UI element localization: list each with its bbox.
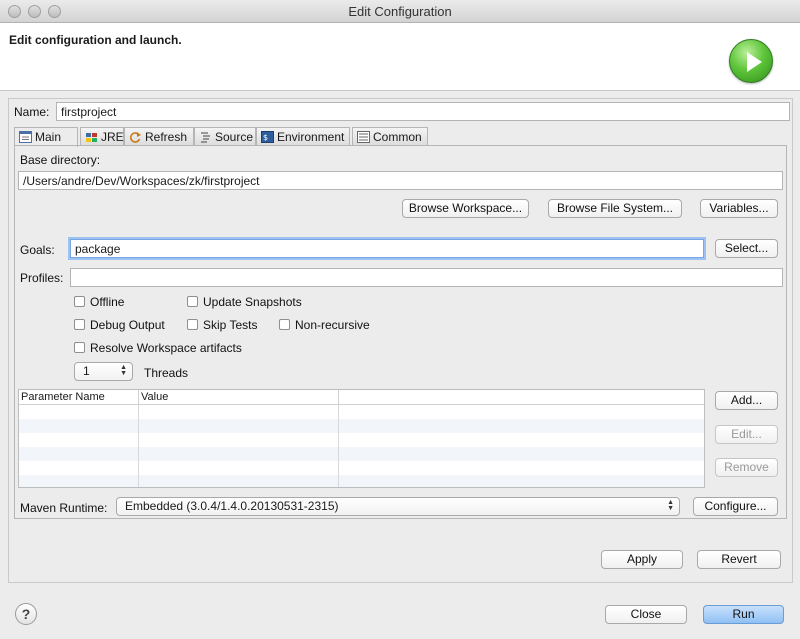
column-header-parameter-name[interactable]: Parameter Name [19,390,139,405]
tab-main-label: Main [35,130,62,144]
main-tab-icon [19,131,32,143]
table-row [19,461,704,475]
browse-workspace-button[interactable]: Browse Workspace... [402,199,529,218]
resolve-workspace-label: Resolve Workspace artifacts [90,341,242,355]
dialog-banner: Edit configuration and launch. [0,23,800,91]
goals-field[interactable]: package [70,239,704,258]
table-row [19,475,704,487]
svg-text:$: $ [263,133,268,142]
tab-refresh[interactable]: Refresh [124,127,194,146]
browse-file-system-button[interactable]: Browse File System... [548,199,682,218]
tab-jre[interactable]: JRE [80,127,124,146]
column-header-value[interactable]: Value [139,390,339,405]
tab-source[interactable]: Source [194,127,256,146]
update-snapshots-label: Update Snapshots [203,295,302,309]
environment-icon: $ [261,131,274,143]
table-row [19,405,704,419]
run-play-icon [729,39,773,83]
name-field[interactable]: firstproject [56,102,790,121]
window-title: Edit Configuration [348,4,452,19]
profiles-label: Profiles: [20,271,64,285]
configure-runtime-button[interactable]: Configure... [693,497,778,516]
base-directory-label: Base directory: [20,153,101,167]
tab-jre-label: JRE [101,130,124,144]
name-label: Name: [14,105,50,119]
non-recursive-label: Non-recursive [295,318,370,332]
revert-button[interactable]: Revert [697,550,781,569]
parameters-table[interactable]: Parameter Name Value [18,389,705,488]
offline-label: Offline [90,295,125,309]
threads-label: Threads [144,366,189,380]
close-button[interactable]: Close [605,605,687,624]
debug-output-checkbox[interactable] [74,319,85,330]
common-icon [357,131,370,143]
jre-icon [86,133,97,142]
tab-common-label: Common [373,130,422,144]
column-header-filler [339,390,704,405]
banner-title: Edit configuration and launch. [9,33,182,47]
base-directory-field[interactable]: /Users/andre/Dev/Workspaces/zk/firstproj… [18,171,783,190]
profiles-field[interactable] [70,268,783,287]
resolve-workspace-checkbox[interactable] [74,342,85,353]
run-button[interactable]: Run [703,605,784,624]
maven-runtime-select[interactable]: Embedded (3.0.4/1.4.0.20130531-2315) ▲ ▼ [116,497,680,516]
tab-refresh-label: Refresh [145,130,188,144]
source-icon [201,132,210,143]
update-snapshots-checkbox[interactable] [187,296,198,307]
remove-parameter-button[interactable]: Remove [715,458,778,477]
dropdown-arrows-icon: ▲ ▼ [667,499,674,512]
apply-button[interactable]: Apply [601,550,683,569]
threads-select[interactable]: 1 ▲ ▼ [74,362,133,381]
maven-runtime-label: Maven Runtime: [20,501,108,515]
offline-checkbox[interactable] [74,296,85,307]
add-parameter-button[interactable]: Add... [715,391,778,410]
maven-runtime-value: Embedded (3.0.4/1.4.0.20130531-2315) [125,499,339,513]
refresh-icon [129,132,141,143]
table-row [19,447,704,461]
table-row [19,433,704,447]
skip-tests-label: Skip Tests [203,318,258,332]
goals-label: Goals: [20,243,55,257]
tab-source-label: Source [215,130,254,144]
title-bar: Edit Configuration [0,0,800,23]
threads-value: 1 [83,364,90,378]
help-icon[interactable]: ? [15,603,37,625]
tab-environment-label: Environment [277,130,345,144]
edit-parameter-button[interactable]: Edit... [715,425,778,444]
variables-button[interactable]: Variables... [700,199,778,218]
non-recursive-checkbox[interactable] [279,319,290,330]
skip-tests-checkbox[interactable] [187,319,198,330]
stepper-arrows-icon: ▲ ▼ [120,364,127,377]
tab-environment[interactable]: $ Environment [256,127,350,146]
tab-main[interactable]: Main [14,127,78,147]
tab-common[interactable]: Common [352,127,428,146]
select-goals-button[interactable]: Select... [715,239,778,258]
debug-output-label: Debug Output [90,318,165,332]
table-row [19,419,704,433]
